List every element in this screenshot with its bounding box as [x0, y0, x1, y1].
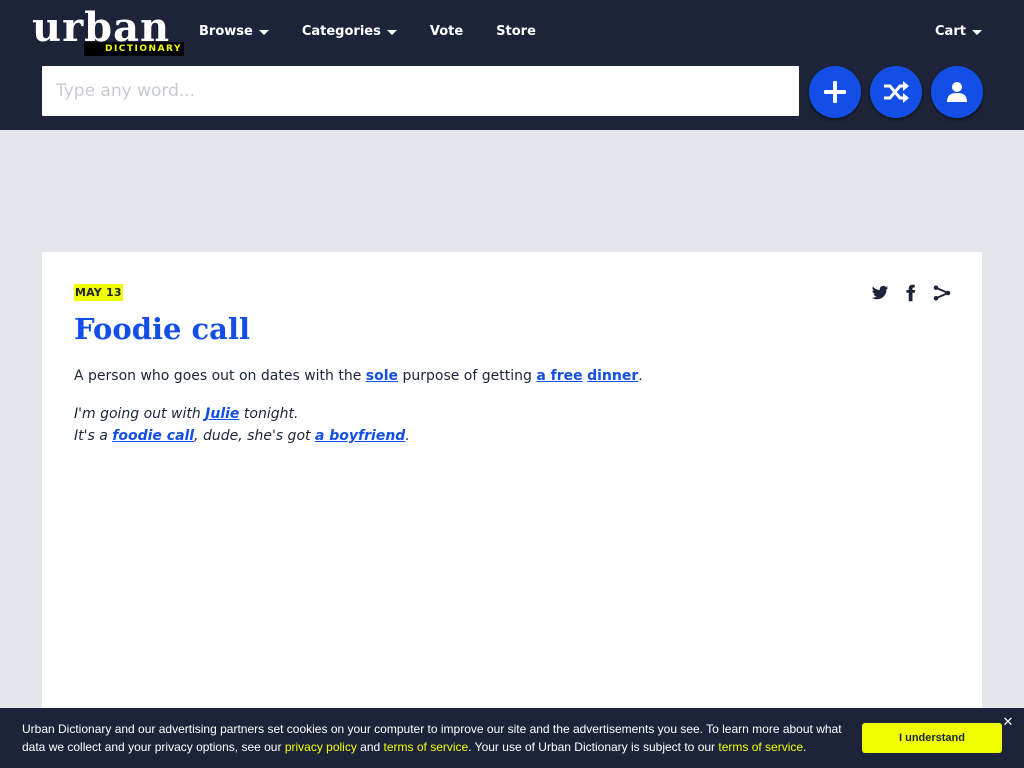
- plus-icon: [824, 81, 846, 103]
- nav-browse[interactable]: Browse: [199, 22, 269, 42]
- nav-vote[interactable]: Vote: [430, 22, 463, 42]
- definition-date: MAY 13: [74, 284, 123, 301]
- nav-store[interactable]: Store: [496, 22, 536, 42]
- i-understand-button[interactable]: I understand: [862, 723, 1002, 753]
- definition-card: MAY 13 Foodie call A person who goes out…: [42, 252, 982, 768]
- cookie-text: .: [803, 740, 807, 754]
- nav-browse-label: Browse: [199, 24, 253, 39]
- nav-categories-label: Categories: [301, 24, 381, 39]
- caret-down-icon: [971, 30, 982, 35]
- meaning-text: .: [638, 368, 643, 384]
- caret-down-icon: [258, 30, 269, 35]
- meaning-text: purpose of getting: [398, 368, 537, 384]
- cart-label: Cart: [935, 24, 966, 39]
- example-link-julie[interactable]: Julie: [205, 406, 239, 422]
- random-word-button[interactable]: [870, 66, 922, 118]
- terms-of-service-link[interactable]: terms of service: [718, 740, 803, 754]
- example-text: tonight.: [239, 406, 299, 422]
- twitter-share-button[interactable]: [871, 284, 889, 302]
- nav-store-label: Store: [496, 24, 536, 39]
- logo-subtitle: DICTIONARY: [84, 42, 184, 56]
- main-nav: Browse Categories Vote Store: [199, 22, 569, 42]
- example-text: , dude, she's got: [194, 428, 315, 444]
- cookie-text: and: [356, 740, 384, 754]
- example-link-a-boyfriend[interactable]: a boyfriend: [315, 428, 405, 444]
- definition-meaning: A person who goes out on dates with the …: [74, 365, 934, 387]
- facebook-icon: [906, 284, 916, 302]
- shuffle-icon: [884, 81, 909, 103]
- cookie-text: . Your use of Urban Dictionary is subjec…: [468, 740, 719, 754]
- site-header: urban DICTIONARY Browse Categories Vote …: [0, 0, 1024, 130]
- twitter-icon: [871, 285, 889, 300]
- cookie-message: Urban Dictionary and our advertising par…: [22, 720, 852, 756]
- example-text: I'm going out with: [74, 406, 206, 422]
- search-input[interactable]: [42, 66, 799, 116]
- ad-slot: [0, 130, 1024, 252]
- close-icon[interactable]: ✕: [1001, 716, 1015, 730]
- urban-dictionary-logo[interactable]: urban DICTIONARY: [32, 6, 184, 58]
- meaning-link-sole[interactable]: sole: [366, 368, 398, 384]
- example-text: It's a: [74, 428, 113, 444]
- user-icon: [947, 82, 967, 102]
- cookie-banner: Urban Dictionary and our advertising par…: [0, 708, 1024, 768]
- terms-of-service-link[interactable]: terms of service: [384, 740, 469, 754]
- nav-vote-label: Vote: [429, 24, 464, 39]
- example-link-foodie-call[interactable]: foodie call: [112, 428, 194, 444]
- add-definition-button[interactable]: [809, 66, 861, 118]
- example-text: .: [405, 428, 410, 444]
- share-button[interactable]: [933, 284, 951, 302]
- privacy-policy-link[interactable]: privacy policy: [285, 740, 357, 754]
- definition-word[interactable]: Foodie call: [74, 308, 250, 350]
- user-account-button[interactable]: [931, 66, 983, 118]
- nav-categories[interactable]: Categories: [302, 22, 397, 42]
- share-icon: [933, 285, 951, 301]
- meaning-text: A person who goes out on dates with the: [74, 368, 366, 384]
- meaning-link-a-free[interactable]: a free: [536, 368, 582, 384]
- cart-menu[interactable]: Cart: [935, 22, 982, 42]
- meaning-link-dinner[interactable]: dinner: [587, 368, 638, 384]
- caret-down-icon: [386, 30, 397, 35]
- facebook-share-button[interactable]: [902, 284, 920, 302]
- definition-example: I'm going out with Julie tonight. It's a…: [74, 403, 934, 447]
